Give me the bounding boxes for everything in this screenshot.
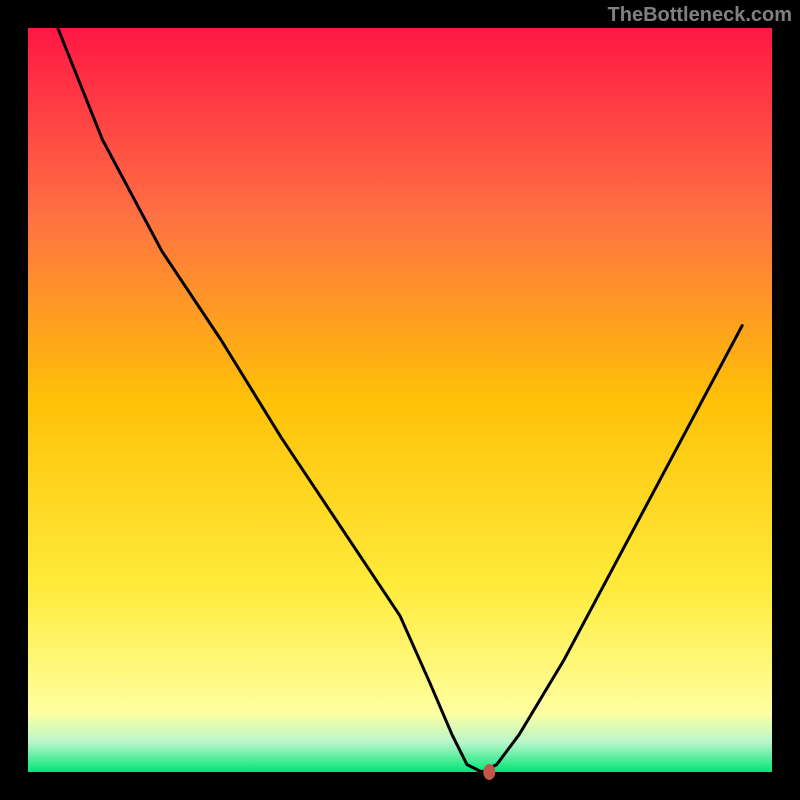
chart-background <box>28 28 772 772</box>
bottleneck-chart <box>0 0 800 800</box>
watermark-text: TheBottleneck.com <box>608 4 792 27</box>
minimum-marker <box>483 764 495 780</box>
chart-container: TheBottleneck.com <box>0 0 800 800</box>
